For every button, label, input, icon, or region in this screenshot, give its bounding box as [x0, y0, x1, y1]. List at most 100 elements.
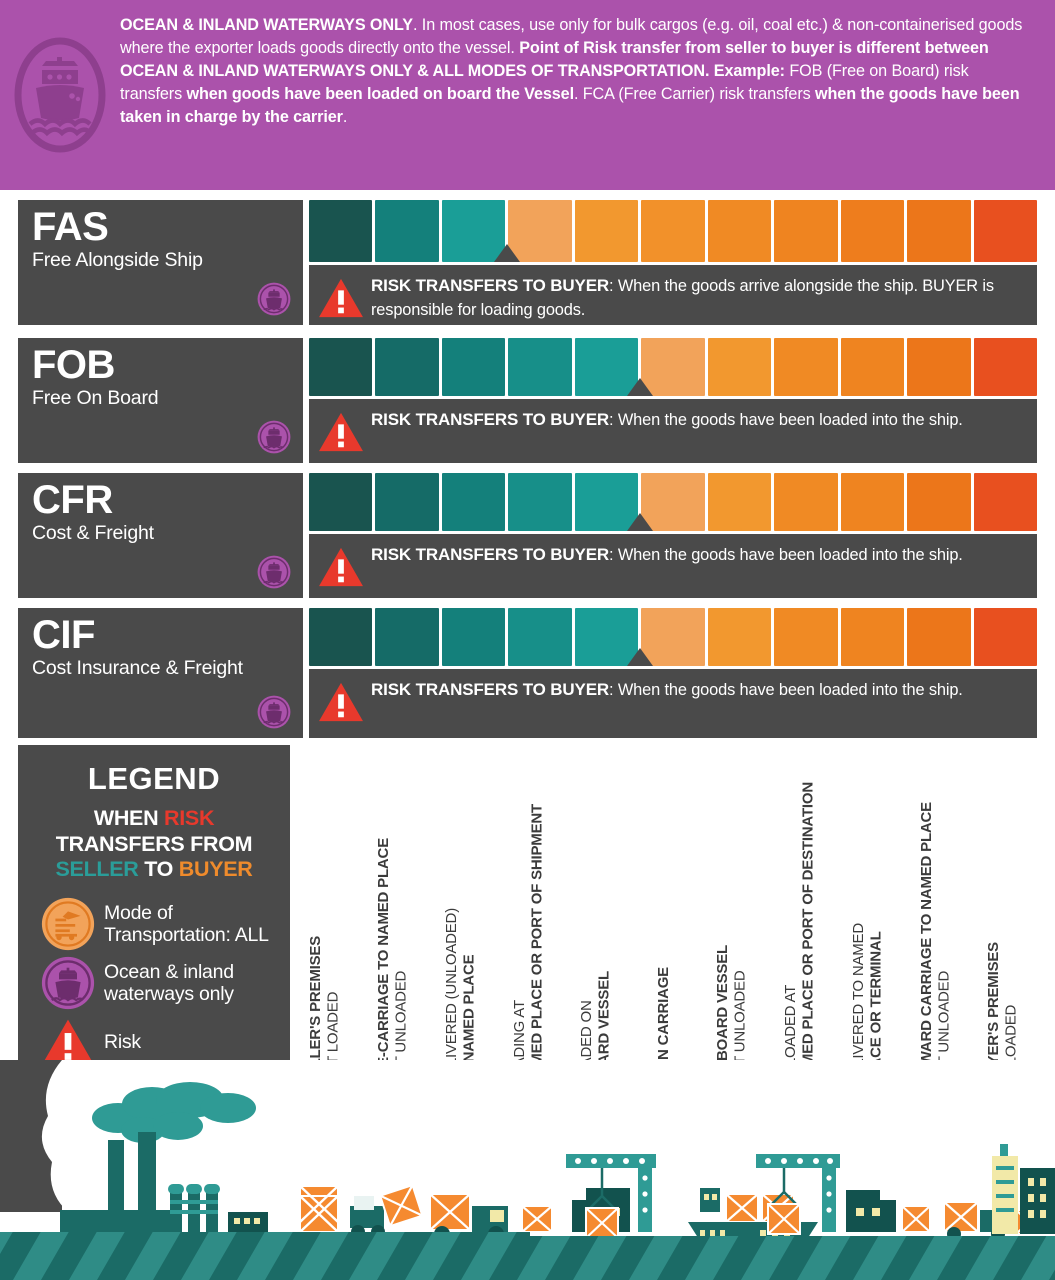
- seller-block: [508, 608, 572, 666]
- stage-label-4: LOADED ON BOARD VESSEL: [562, 742, 630, 1195]
- seller-block: [441, 473, 506, 531]
- buyer-block: [707, 473, 772, 531]
- incoterm-label-panel: FAS Free Alongside Ship: [18, 200, 303, 325]
- stage-label-10: BUYER'S PREMISES UNLOADED: [969, 742, 1037, 1195]
- buyer-block: [840, 608, 905, 666]
- seller-block: [508, 338, 572, 396]
- risk-transfer-strip: [309, 338, 1037, 396]
- legend-item-ocean-ship-badge: Ocean & inland waterways only: [32, 956, 276, 1010]
- risk-note-text: RISK TRANSFERS TO BUYER: When the goods …: [371, 410, 963, 429]
- stage-label-6: ON BOARD VESSEL NOT UNLOADED: [698, 742, 766, 1195]
- incoterm-code: FOB: [32, 343, 115, 387]
- buyer-block: [707, 338, 772, 396]
- risk-warning-icon: [317, 543, 369, 593]
- incoterm-label-panel: FOB Free On Board: [18, 338, 303, 463]
- buyer-block: [907, 608, 971, 666]
- risk-note-text: RISK TRANSFERS TO BUYER: When the goods …: [371, 276, 994, 319]
- seller-block: [375, 200, 439, 262]
- stage-label-7: UNLOADED AT NAMED PLACE OR PORT OF DESTIN…: [766, 742, 834, 1195]
- risk-transfer-note: RISK TRANSFERS TO BUYER: When the goods …: [309, 399, 1037, 463]
- stage-label-1: PRE-CARRIAGE TO NAMED PLACE NOT UNLOADED: [359, 742, 427, 1195]
- ocean-ship-badge-icon: [32, 956, 104, 1010]
- seller-block: [375, 473, 439, 531]
- legend-subtitle-part-3: SELLER: [55, 857, 139, 882]
- stage-label-text: LOADING AT NAMED PLACE OR PORT OF SHIPMEN…: [510, 804, 546, 1087]
- risk-transfer-marker: [626, 513, 653, 531]
- seller-block: [309, 473, 373, 531]
- buyer-block: [973, 608, 1037, 666]
- seller-block: [309, 608, 373, 666]
- buyer-block: [641, 200, 705, 262]
- risk-transfer-strip: [309, 608, 1037, 666]
- seller-block: [441, 338, 506, 396]
- ocean-ship-badge-icon: [257, 420, 291, 454]
- buyer-block: [973, 338, 1037, 396]
- risk-warning-icon: [317, 408, 369, 458]
- buyer-block: [840, 338, 905, 396]
- header-line-3-bold: when goods have been loaded on board the…: [186, 85, 574, 103]
- header-text: OCEAN & INLAND WATERWAYS ONLY. In most c…: [120, 0, 1055, 129]
- risk-warning-icon: [317, 274, 369, 324]
- risk-note-text: RISK TRANSFERS TO BUYER: When the goods …: [371, 680, 963, 699]
- header-line-4-thin: .: [342, 108, 348, 126]
- buyer-block: [707, 608, 772, 666]
- incoterm-fullname: Free On Board: [32, 387, 159, 410]
- seller-block: [508, 473, 572, 531]
- incoterm-label-panel: CFR Cost & Freight: [18, 473, 303, 598]
- buyer-block: [574, 200, 639, 262]
- legend-subtitle-part-5: BUYER: [178, 857, 253, 882]
- buyer-block: [774, 473, 838, 531]
- legend-item-label: Risk: [104, 1030, 141, 1053]
- ocean-ship-badge-icon: [257, 695, 291, 729]
- risk-transfer-note: RISK TRANSFERS TO BUYER: When the goods …: [309, 265, 1037, 325]
- buyer-block: [840, 200, 905, 262]
- stage-label-axis: SELLER'S PREMISES NOT LOADED PRE-CARRIAGE …: [291, 742, 1037, 1195]
- seller-block: [375, 608, 439, 666]
- buyer-block: [907, 338, 971, 396]
- legend-item-mode-of-transport-all: Mode of Transportation: ALL: [32, 897, 276, 951]
- stage-label-text: ONWARD CARRIAGE TO NAMED PLACE NOT UNLOAD…: [917, 801, 953, 1087]
- legend-subtitle-part-4: TO: [138, 857, 179, 882]
- buyer-block: [707, 200, 772, 262]
- buyer-block: [840, 473, 905, 531]
- supply-chain-illustration: [0, 1060, 1055, 1280]
- incoterm-code: CIF: [32, 613, 95, 657]
- stage-label-3: LOADING AT NAMED PLACE OR PORT OF SHIPMEN…: [494, 742, 562, 1195]
- incoterm-fullname: Cost & Freight: [32, 522, 154, 545]
- buyer-block: [774, 338, 838, 396]
- legend-item-label: Mode of Transportation: ALL: [104, 901, 269, 946]
- buyer-block: [973, 200, 1037, 262]
- incoterm-fullname: Cost Insurance & Freight: [32, 657, 243, 680]
- legend-item-label: Ocean & inland waterways only: [104, 960, 234, 1005]
- legend-subtitle-part-2: TRANSFERS FROM: [55, 831, 253, 856]
- seller-block: [309, 200, 373, 262]
- seller-block: [309, 338, 373, 396]
- buyer-block: [774, 608, 838, 666]
- header-line-3-thin: . FCA (Free Carrier) risk transfers: [573, 85, 816, 103]
- stage-label-text: UNLOADED AT NAMED PLACE OR PORT OF DESTIN…: [781, 781, 817, 1087]
- ocean-ship-badge-icon: [257, 555, 291, 589]
- stage-label-text: PRE-CARRIAGE TO NAMED PLACE NOT UNLOADED: [375, 837, 410, 1087]
- incoterm-code: FAS: [32, 205, 109, 249]
- risk-transfer-note: RISK TRANSFERS TO BUYER: When the goods …: [309, 669, 1037, 738]
- risk-transfer-strip: [309, 473, 1037, 531]
- risk-transfer-marker: [626, 648, 653, 666]
- risk-note-text: RISK TRANSFERS TO BUYER: When the goods …: [371, 545, 963, 564]
- header-banner: OCEAN & INLAND WATERWAYS ONLY. In most c…: [0, 0, 1055, 190]
- mode-of-transport-all-icon: [32, 897, 104, 951]
- stage-label-0: SELLER'S PREMISES NOT LOADED: [291, 742, 359, 1195]
- legend-title: LEGEND: [87, 761, 221, 796]
- stage-label-5: MAIN CARRIAGE: [630, 742, 698, 1195]
- risk-transfer-marker: [493, 244, 520, 262]
- incoterm-fullname: Free Alongside Ship: [32, 249, 203, 272]
- buyer-block: [973, 473, 1037, 531]
- incoterm-label-panel: CIF Cost Insurance & Freight: [18, 608, 303, 738]
- buyer-block: [774, 200, 838, 262]
- risk-warning-icon: [317, 678, 369, 728]
- risk-transfer-strip: [309, 200, 1037, 262]
- risk-transfer-marker: [626, 378, 653, 396]
- risk-transfer-note: RISK TRANSFERS TO BUYER: When the goods …: [309, 534, 1037, 598]
- seller-block: [375, 338, 439, 396]
- buyer-block: [907, 200, 971, 262]
- stage-label-9: ONWARD CARRIAGE TO NAMED PLACE NOT UNLOAD…: [901, 742, 969, 1195]
